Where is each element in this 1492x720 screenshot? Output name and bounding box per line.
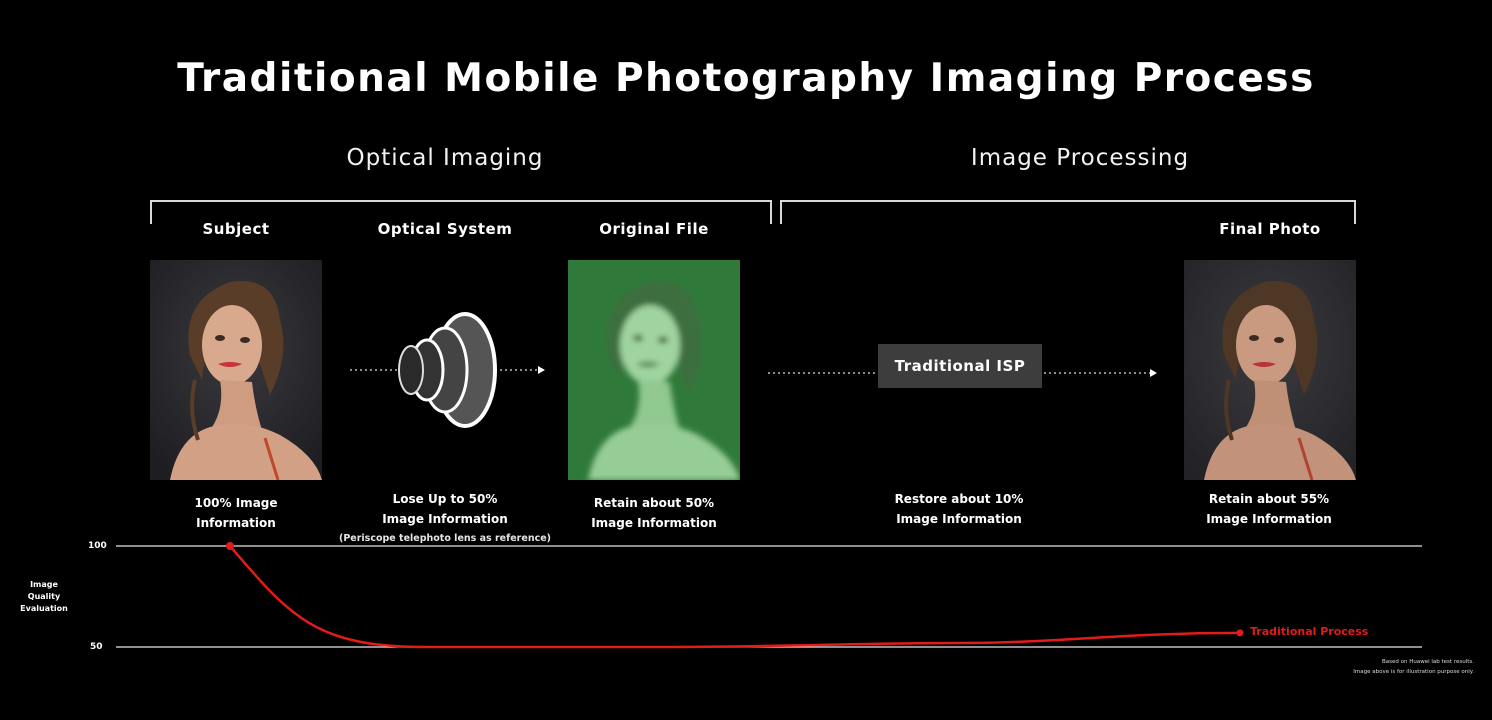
curve-end-point (1236, 629, 1244, 637)
quality-chart-svg (116, 542, 1422, 649)
footnote-line2: Image above is for illustration purpose … (1353, 669, 1474, 675)
series-label-traditional-process: Traditional Process (1250, 624, 1369, 638)
curve-start-point (226, 542, 234, 550)
footnote-line1: Based on Huawei lab test results. (1381, 659, 1474, 665)
traditional-process-curve (229, 545, 1241, 649)
footnote: Based on Huawei lab test results. Image … (1254, 657, 1474, 677)
